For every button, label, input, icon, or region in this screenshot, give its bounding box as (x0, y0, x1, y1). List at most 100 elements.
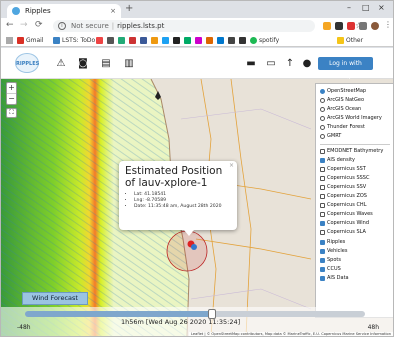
radio-button[interactable] (320, 134, 325, 140)
marker-icon[interactable]: ● (301, 58, 313, 69)
base-layer-option[interactable]: GMRT (320, 132, 390, 141)
profile-avatar[interactable] (371, 22, 379, 30)
bookmark-gmail[interactable]: Gmail (26, 34, 44, 47)
base-layer-option[interactable]: Thunder Forest (320, 123, 390, 132)
camera-icon[interactable]: ◙ (77, 58, 89, 69)
fullscreen-button[interactable]: ⛶ (6, 108, 17, 118)
bookmark-icon[interactable] (184, 37, 191, 44)
zoom-in-button[interactable]: + (7, 83, 16, 94)
bookmark-icon[interactable] (228, 37, 235, 44)
pin-icon[interactable]: ↑ (284, 58, 296, 69)
map-attribution[interactable]: Leaflet | © OpenStreetMap contributors, … (188, 332, 393, 336)
extension-icon[interactable] (347, 22, 355, 30)
checkbox[interactable] (320, 257, 325, 263)
radio-button[interactable] (320, 107, 325, 113)
new-tab-button[interactable]: + (125, 3, 133, 14)
checkbox[interactable] (320, 148, 325, 154)
base-layer-option[interactable]: ArcGIS NatGeo (320, 96, 390, 105)
bookmark-icon[interactable] (107, 37, 114, 44)
login-google-button[interactable]: Log in with Google (318, 57, 373, 80)
minimize-button[interactable]: – (347, 3, 351, 12)
tab-ripples[interactable]: Ripples × (7, 4, 121, 18)
apps-icon[interactable] (6, 37, 13, 44)
plan-icon[interactable]: ▤ (100, 58, 112, 69)
checkbox[interactable] (320, 221, 325, 227)
overlay-option[interactable]: EMODNET Bathymetry (320, 147, 390, 156)
map-view[interactable]: + − ⛶ OpenStreetMap ArcGIS NatGeo ArcGIS O… (1, 79, 393, 336)
bookmark-icon[interactable] (206, 37, 213, 44)
overlay-option[interactable]: CCUS (320, 265, 390, 274)
overlay-label: AIS Data (327, 274, 349, 281)
reload-button[interactable]: ⟳ (35, 20, 43, 30)
ripples-logo[interactable]: RIPPLES (15, 53, 39, 73)
bookmark-icon[interactable] (217, 37, 224, 44)
overlay-option[interactable]: Copernicus SST (320, 165, 390, 174)
radio-button[interactable] (320, 125, 325, 131)
checkbox[interactable] (320, 275, 325, 281)
checkbox[interactable] (320, 239, 325, 245)
checkbox[interactable] (320, 194, 325, 200)
checkbox[interactable] (320, 157, 325, 163)
extension-icon[interactable] (323, 22, 331, 30)
radio-button[interactable] (320, 89, 325, 94)
url-field[interactable]: i Not secure|ripples.lsts.pt ☆ (53, 20, 362, 32)
forward-button[interactable]: → (20, 20, 28, 30)
extension-icon[interactable] (359, 22, 367, 30)
base-layer-option[interactable]: ArcGIS World Imagery (320, 114, 390, 123)
timeline-slider[interactable] (25, 309, 365, 319)
overlay-option[interactable]: Copernicus SSSC (320, 174, 390, 183)
zoom-out-button[interactable]: − (7, 94, 16, 104)
bookmark-icon[interactable] (195, 37, 202, 44)
checkbox[interactable] (320, 212, 325, 218)
bookmark-icon[interactable] (140, 37, 147, 44)
bookmark-icon[interactable] (151, 37, 158, 44)
book-icon[interactable]: ▥ (123, 58, 135, 69)
radio-button[interactable] (320, 116, 325, 122)
checkbox[interactable] (320, 184, 325, 190)
menu-icon[interactable]: ⋮ (384, 20, 392, 29)
checkbox[interactable] (320, 266, 325, 272)
wind-forecast-button[interactable]: Wind Forecast (22, 292, 88, 305)
bookmark-spotify[interactable]: spotify (259, 34, 279, 47)
overlay-option[interactable]: Copernicus CHL (320, 201, 390, 210)
popup-close-button[interactable]: × (229, 162, 234, 169)
bookmark-lsts-todo[interactable]: LSTS: ToDo (62, 34, 95, 47)
overlay-option[interactable]: AIS density (320, 156, 390, 165)
github-icon[interactable] (239, 37, 246, 44)
overlay-option[interactable]: Copernicus Waves (320, 210, 390, 219)
layers-icon[interactable]: ▭ (265, 58, 277, 69)
overlay-label: Copernicus SST (327, 165, 366, 172)
base-layer-option[interactable]: OpenStreetMap (320, 87, 390, 96)
bookmark-icon[interactable] (129, 37, 136, 44)
base-layer-option[interactable]: ArcGIS Ocean (320, 105, 390, 114)
overlay-option[interactable]: Copernicus SSV (320, 183, 390, 192)
timeline-label: 1h56m [Wed Aug 26 2020 11:35:24] (121, 318, 241, 326)
overlay-option[interactable]: Copernicus SLA (320, 228, 390, 237)
overlay-option[interactable]: Copernicus Wind (320, 219, 390, 228)
checkbox[interactable] (320, 203, 325, 209)
bookmark-icon[interactable] (162, 37, 169, 44)
back-button[interactable]: ← (6, 20, 14, 30)
bookmark-icon[interactable] (96, 37, 103, 44)
overlay-option[interactable]: AIS Data (320, 274, 390, 283)
overlay-option[interactable]: Vehicles (320, 247, 390, 256)
url-separator: | (111, 22, 115, 30)
tab-close-icon[interactable]: × (110, 4, 116, 18)
bookmark-icon[interactable] (118, 37, 125, 44)
ruler-icon[interactable]: ▬ (245, 58, 257, 69)
checkbox[interactable] (320, 175, 325, 181)
checkbox[interactable] (320, 230, 325, 236)
warning-icon[interactable]: ⚠ (55, 58, 67, 69)
checkbox[interactable] (320, 248, 325, 254)
maximize-button[interactable]: □ (362, 3, 370, 12)
info-icon[interactable]: i (58, 22, 66, 30)
layer-control-panel: OpenStreetMap ArcGIS NatGeo ArcGIS Ocean Ar… (315, 83, 393, 318)
extension-icon[interactable] (335, 22, 343, 30)
bookmark-icon[interactable] (173, 37, 180, 44)
overlay-option[interactable]: Spots (320, 256, 390, 265)
overlay-option[interactable]: Ripples (320, 238, 390, 247)
checkbox[interactable] (320, 166, 325, 172)
radio-button[interactable] (320, 98, 325, 104)
overlay-option[interactable]: Copernicus ZOS (320, 192, 390, 201)
close-window-button[interactable]: × (378, 3, 385, 12)
